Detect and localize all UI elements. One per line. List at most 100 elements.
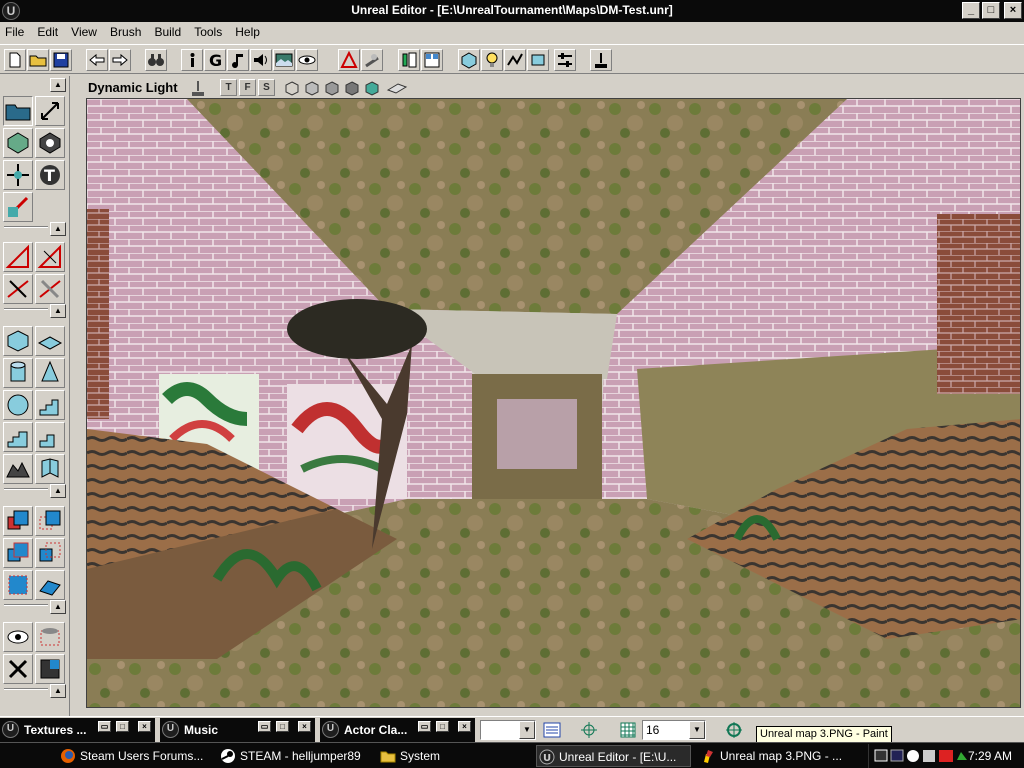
menu-help[interactable]: Help — [230, 22, 265, 39]
music-restore-button[interactable]: ▭ — [258, 721, 271, 732]
add-mover-button[interactable] — [3, 570, 33, 600]
textures-close-button[interactable]: × — [138, 721, 151, 732]
chevron-down-icon[interactable]: ▼ — [519, 721, 535, 739]
mirror-tool-button[interactable] — [35, 242, 65, 272]
actor-class-close-button[interactable]: × — [458, 721, 471, 732]
intersect-brush-button[interactable] — [3, 538, 33, 568]
log-window-icon[interactable] — [543, 721, 561, 739]
invert-selection-button[interactable] — [35, 654, 65, 684]
actor-class-maximize-button[interactable]: □ — [436, 721, 449, 732]
actor-properties-button[interactable] — [181, 49, 203, 71]
music-browser-window[interactable]: U Music ▭ □ × — [160, 718, 315, 742]
music-maximize-button[interactable]: □ — [276, 721, 289, 732]
brush-clip-button[interactable] — [3, 128, 33, 158]
camera-move-button[interactable] — [3, 96, 33, 126]
curved-stair-builder-button[interactable] — [3, 422, 33, 452]
toolbar-section-toggle-2[interactable]: ▲ — [50, 222, 66, 236]
group-browser-button[interactable]: G — [204, 49, 226, 71]
chevron-down-icon[interactable]: ▼ — [689, 721, 705, 739]
viewport-top-button[interactable]: T — [220, 79, 237, 96]
viewport-render[interactable] — [87, 99, 1021, 708]
open-map-button[interactable] — [27, 49, 49, 71]
terrain-builder-button[interactable] — [3, 454, 33, 484]
toolbar-section-toggle-5[interactable]: ▲ — [50, 600, 66, 614]
taskbar-item-steam[interactable]: STEAM - helljumper89 — [218, 745, 373, 767]
window-titlebar[interactable]: U Unreal Editor - [E:\UnrealTournament\M… — [0, 0, 1024, 22]
menu-brush[interactable]: Brush — [105, 22, 146, 39]
show-selected-button[interactable] — [3, 622, 33, 652]
texture-pan-button[interactable]: T — [35, 160, 65, 190]
textures-restore-button[interactable]: ▭ — [98, 721, 111, 732]
textures-browser-window[interactable]: U Textures ... ▭ □ × — [0, 718, 155, 742]
select-all-button[interactable] — [3, 654, 33, 684]
music-close-button[interactable]: × — [298, 721, 311, 732]
sheet-builder-button[interactable] — [35, 326, 65, 356]
hide-selected-button[interactable] — [35, 622, 65, 652]
menu-tools[interactable]: Tools — [189, 22, 227, 39]
toolbar-section-toggle[interactable]: ▲ — [50, 78, 66, 92]
viewport-side-button[interactable]: S — [258, 79, 275, 96]
taskbar-item-unreal-editor[interactable]: U Unreal Editor - [E:\U... — [536, 745, 691, 767]
path-tool-button[interactable] — [504, 49, 526, 71]
mesh-browser-button[interactable] — [296, 49, 318, 71]
volumetric-builder-button[interactable] — [35, 454, 65, 484]
grid-toggle-icon[interactable] — [619, 721, 637, 739]
menu-view[interactable]: View — [66, 22, 102, 39]
terrain-tool-button[interactable] — [3, 242, 33, 272]
redo-button[interactable] — [109, 49, 131, 71]
command-combo[interactable]: ▼ — [480, 720, 536, 740]
rotation-snap-icon[interactable] — [725, 721, 743, 739]
texture-browser-button[interactable] — [273, 49, 295, 71]
light-tool-button[interactable] — [481, 49, 503, 71]
deintersect-brush-button[interactable] — [35, 538, 65, 568]
vertex-edit-button[interactable] — [3, 160, 33, 190]
undo-button[interactable] — [86, 49, 108, 71]
music-browser-button[interactable] — [227, 49, 249, 71]
taskbar-item-paint[interactable]: Unreal map 3.PNG - ... — [698, 745, 858, 767]
preferences-button[interactable] — [554, 49, 576, 71]
pivot-tool-button[interactable] — [590, 49, 612, 71]
intersect-button[interactable] — [3, 274, 33, 304]
sphere-builder-button[interactable] — [3, 390, 33, 420]
deintersect-button[interactable] — [35, 274, 65, 304]
minimize-button[interactable]: _ — [962, 2, 980, 19]
viewport-render-mode-icons[interactable] — [284, 80, 429, 96]
maximize-button[interactable]: □ — [982, 2, 1000, 19]
rebuild-geometry-button[interactable] — [338, 49, 360, 71]
actor-class-restore-button[interactable]: ▭ — [418, 721, 431, 732]
close-button[interactable]: × — [1004, 2, 1022, 19]
toolbar-section-toggle-4[interactable]: ▲ — [50, 484, 66, 498]
search-actors-button[interactable] — [145, 49, 167, 71]
save-map-button[interactable] — [50, 49, 72, 71]
scale-brush-button[interactable] — [3, 192, 33, 222]
add-brush-button[interactable] — [3, 506, 33, 536]
viewport-pin-icon[interactable] — [190, 79, 206, 97]
snap-crosshair-icon[interactable] — [580, 721, 598, 739]
taskbar-item-firefox[interactable]: Steam Users Forums... — [58, 745, 213, 767]
menu-file[interactable]: File — [0, 22, 29, 39]
toolbar-section-toggle-3[interactable]: ▲ — [50, 304, 66, 318]
menu-edit[interactable]: Edit — [32, 22, 63, 39]
grid-size-combo[interactable]: 16 ▼ — [642, 720, 706, 740]
rebuild-lighting-button[interactable] — [361, 49, 383, 71]
spiral-stair-builder-button[interactable] — [35, 422, 65, 452]
brush-rotate-button[interactable] — [35, 128, 65, 158]
tray-icons[interactable] — [873, 748, 973, 764]
linear-stair-builder-button[interactable] — [35, 390, 65, 420]
new-map-button[interactable] — [4, 49, 26, 71]
3d-viewport[interactable] — [86, 98, 1021, 708]
camera-zoom-button[interactable] — [35, 96, 65, 126]
taskbar-item-system[interactable]: System — [378, 745, 528, 767]
cone-builder-button[interactable] — [35, 358, 65, 388]
actor-class-browser-window[interactable]: U Actor Cla... ▭ □ × — [320, 718, 475, 742]
sound-browser-button[interactable] — [250, 49, 272, 71]
view-toggle-button[interactable] — [527, 49, 549, 71]
menu-build[interactable]: Build — [149, 22, 186, 39]
toolbar-section-toggle-6[interactable]: ▲ — [50, 684, 66, 698]
2d-shape-editor-button[interactable] — [398, 49, 420, 71]
add-special-brush-button[interactable] — [35, 570, 65, 600]
viewport-front-button[interactable]: F — [239, 79, 256, 96]
unreal-script-button[interactable] — [421, 49, 443, 71]
camera-view-button[interactable] — [458, 49, 480, 71]
subtract-brush-button[interactable] — [35, 506, 65, 536]
